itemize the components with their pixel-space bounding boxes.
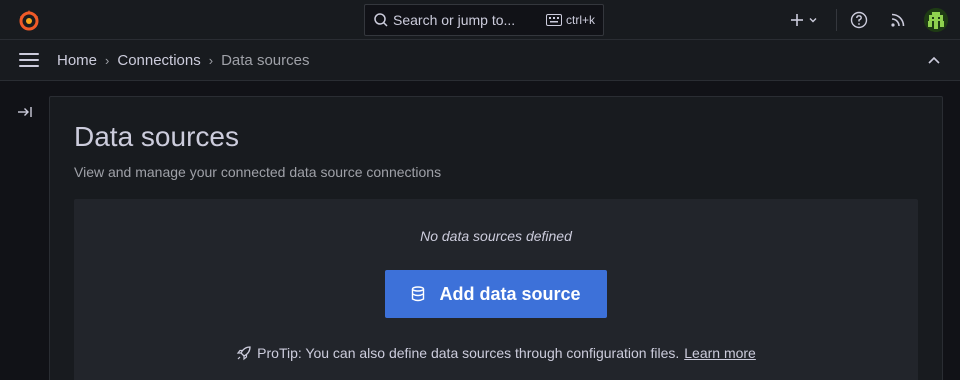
search-placeholder: Search or jump to... bbox=[393, 12, 516, 28]
new-button[interactable] bbox=[790, 10, 822, 30]
add-data-source-button[interactable]: Add data source bbox=[385, 270, 607, 318]
learn-more-link[interactable]: Learn more bbox=[684, 345, 756, 361]
database-icon bbox=[412, 286, 425, 302]
empty-state: No data sources defined Add data source … bbox=[74, 199, 918, 380]
keyboard-icon bbox=[545, 14, 562, 26]
breadcrumb-home[interactable]: Home bbox=[57, 52, 97, 69]
chevron-right-icon: › bbox=[208, 52, 214, 68]
avatar[interactable] bbox=[924, 8, 948, 32]
search-input[interactable]: Search or jump to... ctrl+k bbox=[364, 4, 604, 36]
menu-icon[interactable] bbox=[19, 52, 39, 68]
page-description: View and manage your connected data sour… bbox=[74, 164, 442, 180]
protip-text: ProTip: You can also define data sources… bbox=[257, 345, 680, 361]
protip: ProTip: You can also define data sources… bbox=[74, 345, 918, 361]
breadcrumb-data-sources: Data sources bbox=[221, 51, 310, 69]
breadcrumb-bar: Home › Connections › Data sources bbox=[0, 40, 960, 81]
rss-icon[interactable] bbox=[890, 12, 906, 28]
page-title: Data sources bbox=[74, 121, 239, 152]
dock-menu-icon[interactable] bbox=[17, 104, 33, 120]
plus-icon bbox=[791, 14, 803, 26]
rocket-icon bbox=[236, 346, 251, 361]
search-icon bbox=[374, 13, 388, 27]
chevron-down-icon bbox=[809, 18, 817, 23]
chevron-right-icon: › bbox=[105, 52, 110, 68]
keyboard-shortcut: ctrl+k bbox=[545, 13, 595, 27]
shortcut-label: ctrl+k bbox=[565, 13, 595, 27]
grafana-logo-icon[interactable] bbox=[17, 8, 41, 32]
chevron-up-icon[interactable] bbox=[926, 53, 942, 69]
breadcrumb-connections[interactable]: Connections bbox=[117, 52, 200, 69]
empty-message: No data sources defined bbox=[420, 228, 572, 244]
help-icon[interactable] bbox=[850, 11, 868, 29]
user-avatar-icon bbox=[924, 8, 948, 32]
main-panel: Data sources View and manage your connec… bbox=[49, 96, 943, 380]
add-data-source-label: Add data source bbox=[439, 283, 581, 304]
breadcrumb: Home › Connections › Data sources bbox=[57, 40, 309, 80]
top-bar: Search or jump to... ctrl+k bbox=[0, 0, 960, 40]
divider bbox=[836, 9, 837, 31]
